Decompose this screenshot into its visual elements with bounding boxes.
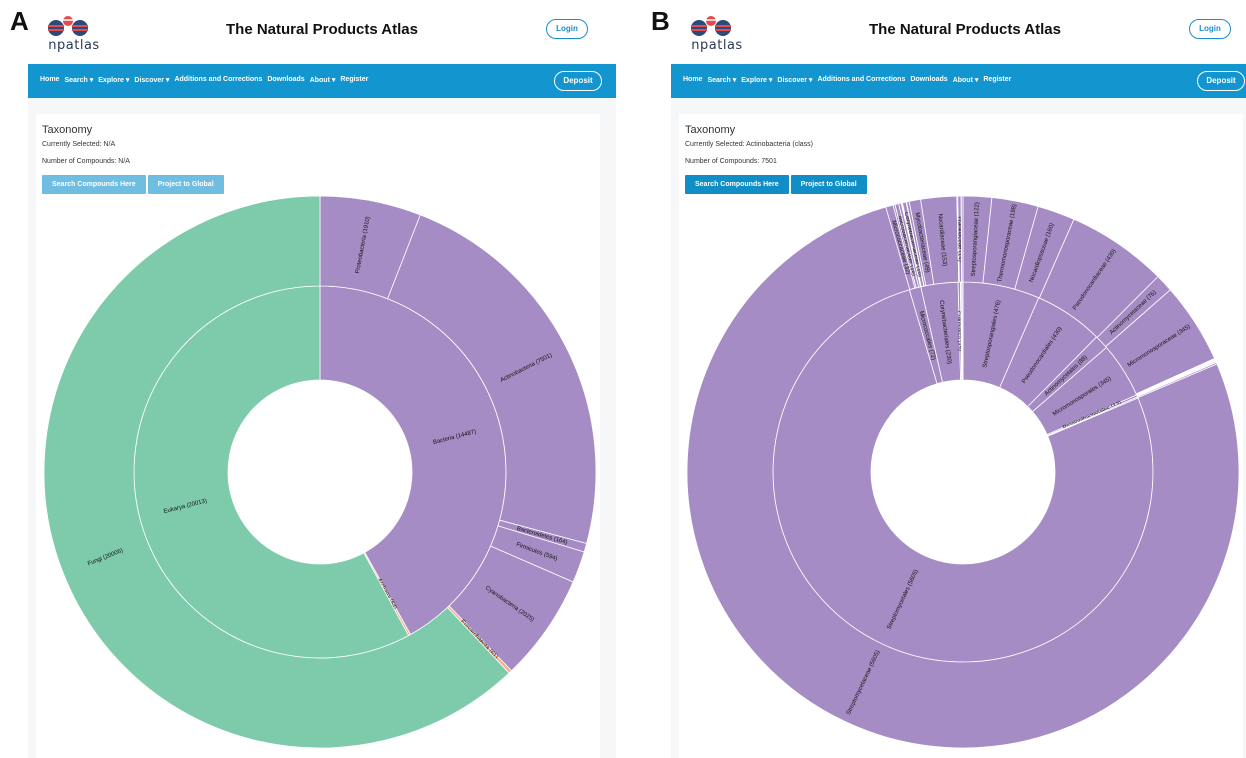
top-bar: npatlas The Natural Products Atlas Login <box>671 0 1246 64</box>
nav-item[interactable]: Register <box>983 76 1011 84</box>
sunburst-segment[interactable] <box>961 281 964 381</box>
deposit-button[interactable]: Deposit <box>554 71 602 91</box>
site-title: The Natural Products Atlas <box>869 21 1061 38</box>
panel-letter-b: B <box>651 6 670 36</box>
panel-letter-a: A <box>10 6 29 36</box>
logo-text: npatlas <box>48 38 100 53</box>
top-bar: npatlas The Natural Products Atlas Login <box>28 0 616 64</box>
nav-item[interactable]: Home <box>683 76 702 84</box>
taxonomy-card: Taxonomy Currently Selected: Actinobacte… <box>679 114 1243 758</box>
nav-item[interactable]: Additions and Corrections <box>817 76 905 84</box>
nav-item[interactable]: Discover ▾ <box>134 76 169 84</box>
nav-item[interactable]: Search ▾ <box>64 76 93 84</box>
nav-item[interactable]: Home <box>40 76 59 84</box>
login-button[interactable]: Login <box>1189 19 1231 39</box>
nav-item[interactable]: Downloads <box>910 76 947 84</box>
nav-item[interactable]: Additions and Corrections <box>174 76 262 84</box>
nav-item[interactable]: Explore ▾ <box>741 76 772 84</box>
main-nav: Home Search ▾ Explore ▾ Discover ▾ Additions… <box>671 64 1246 98</box>
main-nav: Home Search ▾ Explore ▾ Discover ▾ Additions… <box>28 64 616 98</box>
nav-item[interactable]: Register <box>340 76 368 84</box>
nav-item[interactable]: Explore ▾ <box>98 76 129 84</box>
login-button[interactable]: Login <box>546 19 588 39</box>
taxonomy-sunburst[interactable]: Bacteria (14487)Archaea (64)Eukarya (200… <box>36 114 600 758</box>
nav-item[interactable]: Discover ▾ <box>777 76 812 84</box>
sunburst-segment[interactable] <box>960 195 964 283</box>
site-title: The Natural Products Atlas <box>226 21 418 38</box>
panel-b: npatlas The Natural Products Atlas Login… <box>671 0 1246 758</box>
logo-text: npatlas <box>691 38 743 53</box>
taxonomy-sunburst[interactable]: Streptosporangiales (476) Pseudonocardial… <box>679 114 1243 758</box>
nav-item[interactable]: Search ▾ <box>707 76 736 84</box>
deposit-button[interactable]: Deposit <box>1197 71 1245 91</box>
taxonomy-card: Taxonomy Currently Selected: N/A Number … <box>36 114 600 758</box>
panel-a: npatlas The Natural Products Atlas Login… <box>28 0 616 758</box>
nav-item[interactable]: Downloads <box>267 76 304 84</box>
nav-item[interactable]: About ▾ <box>953 76 979 84</box>
nav-item[interactable]: About ▾ <box>310 76 336 84</box>
